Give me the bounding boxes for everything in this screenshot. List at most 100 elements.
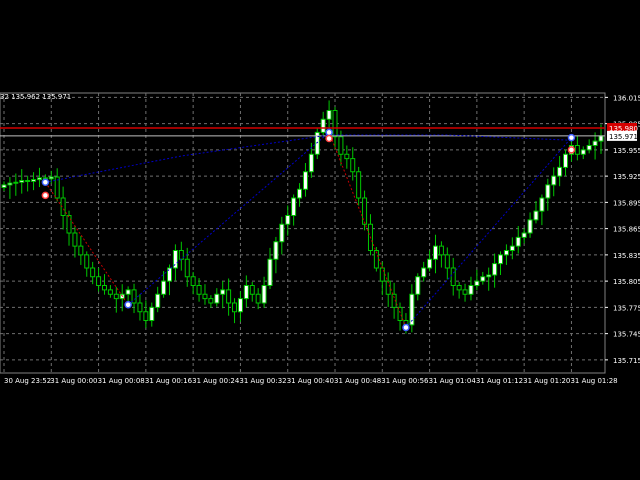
candle-body <box>78 245 84 256</box>
y-tick-label: 135.955 <box>613 147 640 155</box>
candle-body <box>66 215 72 234</box>
candle-body <box>586 145 592 151</box>
pivot-marker-blue <box>124 301 132 309</box>
candle-body <box>557 166 563 177</box>
candle-body <box>155 293 161 308</box>
y-tick-label: 135.715 <box>613 357 640 365</box>
candle-body <box>574 145 580 155</box>
candle-body <box>326 110 332 120</box>
candle-body <box>249 285 255 295</box>
x-tick-label: 31 Aug 01:20 <box>523 377 570 385</box>
candle-body <box>31 179 37 182</box>
pivot-marker-red <box>325 134 333 143</box>
chart-window[interactable]: 32 135.962 135.971 136.015135.985135.955… <box>0 0 640 480</box>
blue-dotted-curve <box>45 134 572 183</box>
x-tick-label: 31 Aug 00:48 <box>334 377 381 385</box>
candle-body <box>291 197 297 216</box>
candle-body <box>1 184 7 188</box>
pivot-marker-red <box>567 146 576 154</box>
candle-body <box>96 276 102 286</box>
candle-body <box>237 298 243 313</box>
y-tick-label: 135.835 <box>613 252 640 260</box>
x-tick-label: 31 Aug 00:32 <box>239 377 286 385</box>
candle-body <box>13 181 19 184</box>
candle-body <box>226 289 232 304</box>
candle-body <box>468 285 474 295</box>
zigzag-segment <box>405 137 572 328</box>
candle-body <box>362 197 368 225</box>
candle-body <box>456 285 462 291</box>
y-tick-label: 135.775 <box>613 304 640 312</box>
y-tick-label: 135.745 <box>613 331 640 339</box>
candle-body <box>438 245 444 256</box>
candle-body <box>415 276 421 295</box>
y-tick-label: 135.805 <box>613 278 640 286</box>
candle-body <box>515 236 521 247</box>
x-tick-label: 30 Aug 23:52 <box>4 377 51 385</box>
candle-body <box>474 280 480 286</box>
candle-body <box>184 258 190 278</box>
candle-body <box>421 267 427 278</box>
candle-body <box>279 223 285 243</box>
candle-body <box>25 180 31 182</box>
y-tick-label: 135.895 <box>613 199 640 207</box>
candle-body <box>161 280 167 295</box>
candle-body <box>48 176 54 180</box>
x-tick-label: 31 Aug 01:04 <box>429 377 477 385</box>
candle-body <box>356 171 362 199</box>
candle-body <box>521 232 527 238</box>
candle-body <box>503 250 509 256</box>
x-tick-label: 31 Aug 00:40 <box>287 377 334 385</box>
candle-body <box>527 219 533 234</box>
candle-body <box>220 289 226 295</box>
candle-body <box>84 254 90 269</box>
pivot-marker-blue <box>325 128 333 137</box>
candle-body <box>480 276 486 282</box>
candle-body <box>261 285 267 304</box>
zigzag-segment <box>44 181 129 306</box>
candle-body <box>7 182 13 186</box>
candle-body <box>592 140 598 146</box>
candle-body <box>498 254 504 265</box>
candle-body <box>107 289 113 295</box>
pivot-marker-blue <box>567 133 576 142</box>
candle-body <box>332 110 338 138</box>
candle-body <box>509 245 515 251</box>
candle-body <box>551 175 557 186</box>
candle-body <box>36 177 42 181</box>
plot-frame <box>0 92 606 374</box>
candle-body <box>267 258 273 286</box>
candle-body <box>137 302 143 313</box>
current-price-label: 135.971 <box>609 133 638 141</box>
x-tick-label: 31 Aug 01:12 <box>476 377 523 385</box>
candle-body <box>113 293 119 300</box>
candle-body <box>149 306 155 321</box>
candle-body <box>90 267 96 278</box>
candle-body <box>486 274 492 278</box>
candle-body <box>196 285 202 295</box>
candle-body <box>202 293 208 300</box>
candle-body <box>178 250 184 260</box>
candle-body <box>338 136 344 155</box>
x-tick-label: 31 Aug 00:16 <box>145 377 193 385</box>
candle-body <box>19 180 25 183</box>
price-chart[interactable]: 136.015135.985135.955135.925135.895135.8… <box>0 0 640 480</box>
pivot-marker-blue <box>41 178 50 186</box>
candle-body <box>285 215 291 225</box>
candle-body <box>545 184 551 199</box>
candle-body <box>190 276 196 286</box>
candle-body <box>397 306 403 321</box>
candle-body <box>533 210 539 221</box>
candle-body <box>232 302 238 313</box>
candle-body <box>598 135 604 142</box>
candle-body <box>427 258 433 269</box>
candle-body <box>125 289 131 295</box>
candle-body <box>143 311 149 321</box>
candle-body <box>214 293 220 304</box>
y-tick-label: 136.015 <box>613 94 640 102</box>
x-tick-label: 31 Aug 00:08 <box>98 377 145 385</box>
candle-body <box>320 118 326 133</box>
x-tick-label: 31 Aug 00:00 <box>50 377 97 385</box>
candle-body <box>450 267 456 286</box>
candle-body <box>243 285 249 300</box>
